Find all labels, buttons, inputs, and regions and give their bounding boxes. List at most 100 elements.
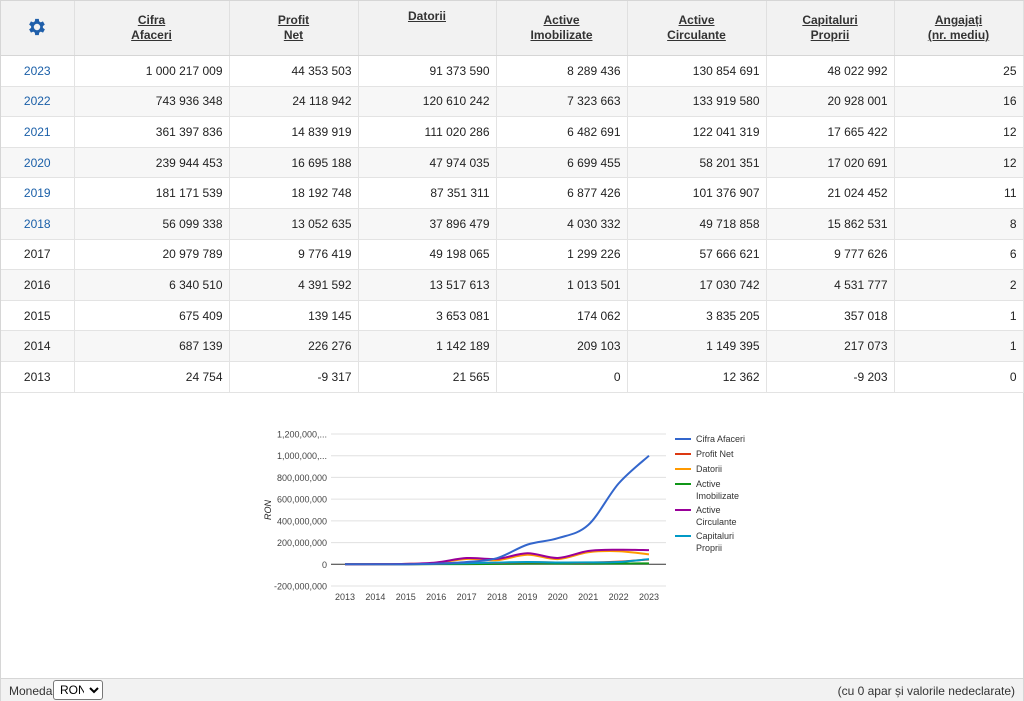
cell-datorii: 91 373 590 bbox=[358, 55, 497, 87]
settings-header-cell[interactable] bbox=[1, 1, 75, 56]
cell-active-imobilizate: 209 103 bbox=[496, 330, 628, 362]
cell-angajati: 2 bbox=[894, 269, 1024, 301]
x-tick-label: 2020 bbox=[548, 592, 568, 602]
y-tick-label: -200,000,000 bbox=[274, 582, 327, 592]
x-tick-label: 2015 bbox=[396, 592, 416, 602]
cell-angajati: 8 bbox=[894, 208, 1024, 240]
cell-active-imobilizate: 8 289 436 bbox=[496, 55, 628, 87]
cell-year: 2015 bbox=[1, 300, 75, 332]
cell-year[interactable]: 2023 bbox=[1, 55, 75, 87]
financial-panel: Cifra Afaceri Profit Net Datorii Active Imo… bbox=[0, 0, 1024, 701]
cell-active-imobilizate: 4 030 332 bbox=[496, 208, 628, 240]
y-tick-label: 200,000,000 bbox=[277, 538, 327, 548]
header-active-imobilizate[interactable]: Active Imobilizate bbox=[496, 1, 628, 56]
cell-cifra-afaceri: 1 000 217 009 bbox=[74, 55, 230, 87]
cell-cifra-afaceri: 687 139 bbox=[74, 330, 230, 362]
y-tick-label: 1,000,000,... bbox=[277, 451, 327, 461]
legend-label: Active bbox=[696, 505, 721, 515]
cell-angajati: 25 bbox=[894, 55, 1024, 87]
cell-active-circulante: 122 041 319 bbox=[627, 116, 767, 148]
cell-active-circulante: 101 376 907 bbox=[627, 177, 767, 209]
cell-active-imobilizate: 6 877 426 bbox=[496, 177, 628, 209]
cell-angajati: 1 bbox=[894, 330, 1024, 362]
cell-active-imobilizate: 6 482 691 bbox=[496, 116, 628, 148]
cell-active-circulante: 58 201 351 bbox=[627, 147, 767, 179]
cell-capitaluri-proprii: 357 018 bbox=[766, 300, 895, 332]
header-line1: Cifra bbox=[137, 13, 166, 27]
footer-note: (cu 0 apar și valorile nedeclarate) bbox=[837, 684, 1015, 698]
table-body: 2023 1 000 217 009 44 353 503 91 373 590 8 2… bbox=[1, 55, 1024, 393]
financial-line-chart: 1,200,000,... 1,000,000,... 800,000,000 600… bbox=[263, 430, 745, 603]
x-tick-label: 2014 bbox=[365, 592, 385, 602]
cell-active-circulante: 3 835 205 bbox=[627, 300, 767, 332]
gear-icon[interactable] bbox=[26, 16, 48, 38]
cell-year[interactable]: 2020 bbox=[1, 147, 75, 179]
cell-active-imobilizate: 1 013 501 bbox=[496, 269, 628, 301]
cell-capitaluri-proprii: 9 777 626 bbox=[766, 239, 895, 271]
x-tick-label: 2018 bbox=[487, 592, 507, 602]
cell-profit-net: 226 276 bbox=[229, 330, 359, 362]
cell-cifra-afaceri: 56 099 338 bbox=[74, 208, 230, 240]
header-line1: Angajați bbox=[934, 13, 983, 27]
table-row: 2016 6 340 510 4 391 592 13 517 613 1 013 50… bbox=[1, 269, 1024, 301]
cell-profit-net: 44 353 503 bbox=[229, 55, 359, 87]
cell-datorii: 3 653 081 bbox=[358, 300, 497, 332]
y-tick-label: 400,000,000 bbox=[277, 516, 327, 526]
y-axis-label: RON bbox=[263, 500, 273, 521]
cell-capitaluri-proprii: 20 928 001 bbox=[766, 86, 895, 118]
header-datorii[interactable]: Datorii bbox=[358, 1, 497, 56]
currency-select[interactable]: RON bbox=[53, 680, 103, 700]
legend-label: Cifra Afaceri bbox=[696, 434, 745, 444]
table-row: 2023 1 000 217 009 44 353 503 91 373 590 8 2… bbox=[1, 55, 1024, 87]
x-tick-label: 2013 bbox=[335, 592, 355, 602]
cell-datorii: 1 142 189 bbox=[358, 330, 497, 362]
cell-year[interactable]: 2019 bbox=[1, 177, 75, 209]
cell-capitaluri-proprii: 48 022 992 bbox=[766, 55, 895, 87]
cell-active-imobilizate: 7 323 663 bbox=[496, 86, 628, 118]
header-line2: Proprii bbox=[810, 28, 850, 42]
y-tick-label: 1,200,000,... bbox=[277, 430, 327, 440]
header-angajati[interactable]: Angajați (nr. mediu) bbox=[894, 1, 1024, 56]
cell-cifra-afaceri: 6 340 510 bbox=[74, 269, 230, 301]
x-tick-label: 2023 bbox=[639, 592, 659, 602]
table-row: 2014 687 139 226 276 1 142 189 209 103 1 149 … bbox=[1, 330, 1024, 362]
cell-year[interactable]: 2022 bbox=[1, 86, 75, 118]
cell-angajati: 16 bbox=[894, 86, 1024, 118]
header-cifra-afaceri[interactable]: Cifra Afaceri bbox=[74, 1, 230, 56]
cell-cifra-afaceri: 20 979 789 bbox=[74, 239, 230, 271]
header-line2: (nr. mediu) bbox=[927, 28, 990, 42]
x-tick-label: 2022 bbox=[609, 592, 629, 602]
table-row: 2015 675 409 139 145 3 653 081 174 062 3 835 … bbox=[1, 300, 1024, 332]
header-profit-net[interactable]: Profit Net bbox=[229, 1, 359, 56]
cell-year[interactable]: 2021 bbox=[1, 116, 75, 148]
table-row: 2022 743 936 348 24 118 942 120 610 242 7 32… bbox=[1, 86, 1024, 118]
cell-capitaluri-proprii: 217 073 bbox=[766, 330, 895, 362]
cell-profit-net: 14 839 919 bbox=[229, 116, 359, 148]
table-row: 2020 239 944 453 16 695 188 47 974 035 6 699… bbox=[1, 147, 1024, 179]
legend-label: Circulante bbox=[696, 517, 737, 527]
cell-cifra-afaceri: 181 171 539 bbox=[74, 177, 230, 209]
series-line bbox=[344, 454, 650, 566]
cell-capitaluri-proprii: 4 531 777 bbox=[766, 269, 895, 301]
x-tick-label: 2021 bbox=[578, 592, 598, 602]
header-active-circulante[interactable]: Active Circulante bbox=[627, 1, 767, 56]
cell-active-circulante: 130 854 691 bbox=[627, 55, 767, 87]
cell-year[interactable]: 2018 bbox=[1, 208, 75, 240]
x-tick-label: 2016 bbox=[426, 592, 446, 602]
cell-capitaluri-proprii: 17 020 691 bbox=[766, 147, 895, 179]
cell-cifra-afaceri: 743 936 348 bbox=[74, 86, 230, 118]
cell-year: 2016 bbox=[1, 269, 75, 301]
cell-angajati: 11 bbox=[894, 177, 1024, 209]
table-header-row: Cifra Afaceri Profit Net Datorii Active Imo… bbox=[1, 1, 1024, 56]
cell-active-circulante: 57 666 621 bbox=[627, 239, 767, 271]
table-row: 2019 181 171 539 18 192 748 87 351 311 6 877… bbox=[1, 177, 1024, 209]
cell-profit-net: 18 192 748 bbox=[229, 177, 359, 209]
header-capitaluri-proprii[interactable]: Capitaluri Proprii bbox=[766, 1, 895, 56]
cell-active-imobilizate: 1 299 226 bbox=[496, 239, 628, 271]
cell-profit-net: 139 145 bbox=[229, 300, 359, 332]
cell-datorii: 111 020 286 bbox=[358, 116, 497, 148]
cell-profit-net: 9 776 419 bbox=[229, 239, 359, 271]
cell-profit-net: 24 118 942 bbox=[229, 86, 359, 118]
header-line1: Profit bbox=[277, 13, 310, 27]
header-line2: Circulante bbox=[667, 28, 726, 42]
